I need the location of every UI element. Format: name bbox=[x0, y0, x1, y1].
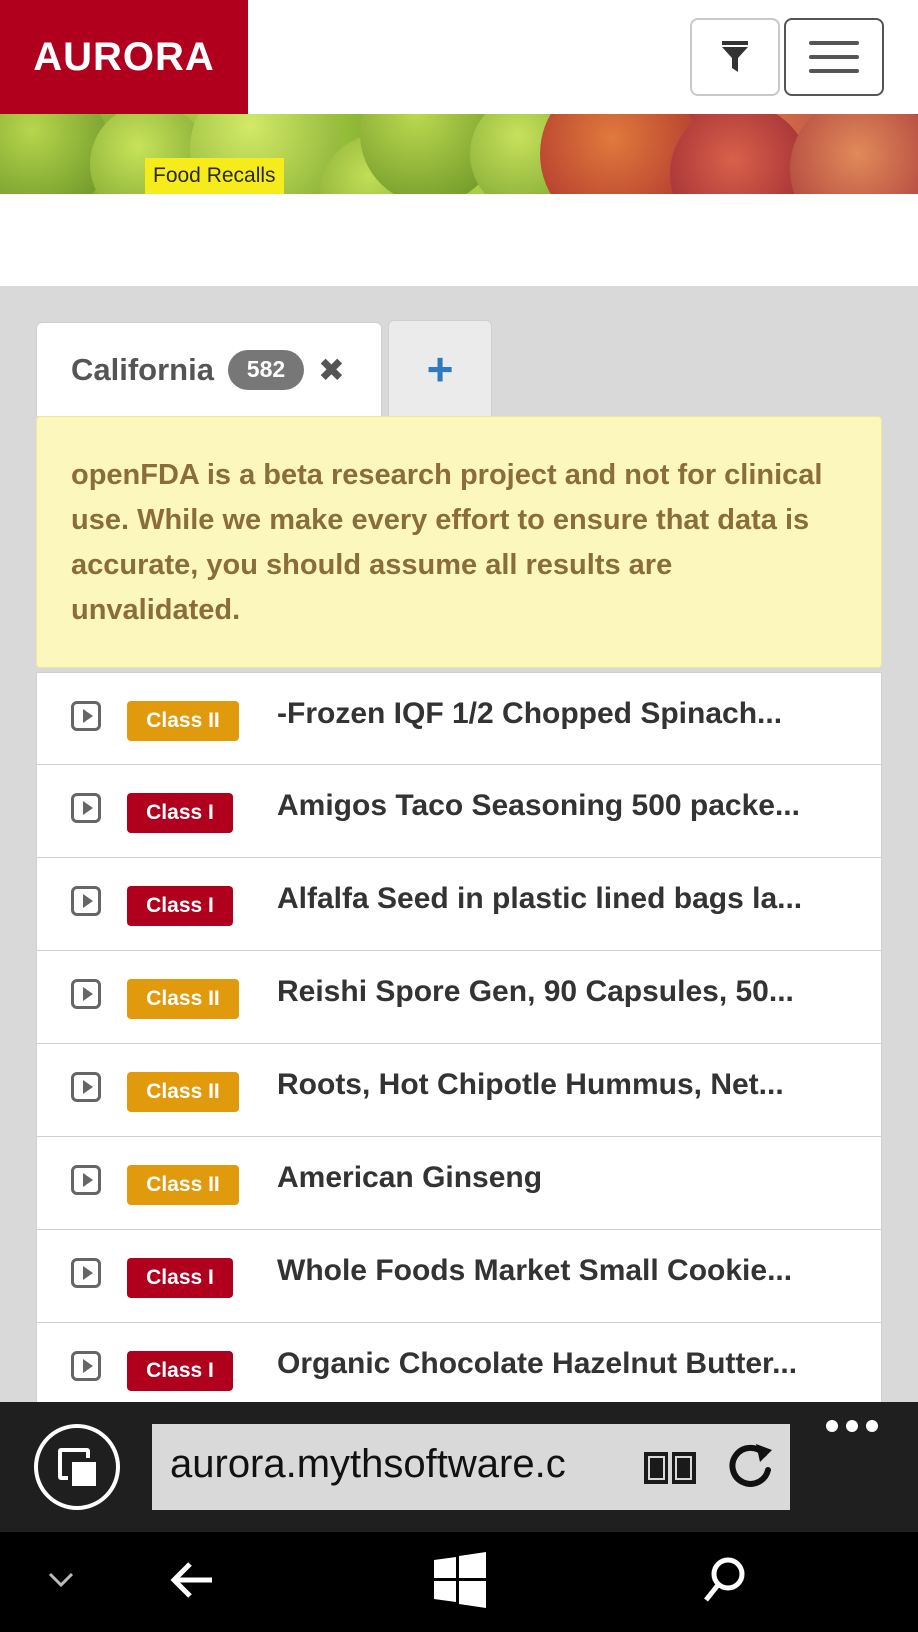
class-badge: Class II bbox=[127, 1072, 239, 1112]
class-badge: Class I bbox=[127, 1351, 233, 1391]
expand-icon[interactable] bbox=[71, 701, 101, 731]
refresh-icon[interactable] bbox=[724, 1440, 776, 1492]
list-item[interactable]: Class I Amigos Taco Seasoning 500 packe.… bbox=[36, 765, 882, 858]
recall-title[interactable]: Whole Foods Market Small Cookie... bbox=[277, 1254, 849, 1288]
recall-title[interactable]: Roots, Hot Chipotle Hummus, Net... bbox=[277, 1068, 849, 1102]
main-content: California 582 ✖ + openFDA is a beta res… bbox=[0, 286, 918, 1416]
tabs-icon[interactable] bbox=[34, 1424, 120, 1510]
brand-logo[interactable]: AURORA bbox=[0, 0, 248, 114]
class-badge: Class I bbox=[127, 1258, 233, 1298]
list-item[interactable]: Class II American Ginseng bbox=[36, 1137, 882, 1230]
address-bar[interactable]: aurora.mythsoftware.c bbox=[152, 1424, 790, 1510]
list-item[interactable]: Class I Whole Foods Market Small Cookie.… bbox=[36, 1230, 882, 1323]
hamburger-menu-icon bbox=[809, 41, 859, 73]
banner-tag: Food Recalls bbox=[145, 158, 284, 194]
tab-california[interactable]: California 582 ✖ bbox=[36, 322, 382, 416]
close-icon[interactable]: ✖ bbox=[318, 351, 345, 389]
food-recalls-banner: Food Recalls bbox=[0, 114, 918, 194]
list-item[interactable]: Class II Reishi Spore Gen, 90 Capsules, … bbox=[36, 951, 882, 1044]
recall-title[interactable]: Organic Chocolate Hazelnut Butter... bbox=[277, 1347, 849, 1381]
plus-icon: + bbox=[426, 342, 454, 395]
browser-bar: aurora.mythsoftware.c bbox=[0, 1402, 918, 1532]
app-header: AURORA bbox=[0, 0, 918, 114]
recall-title[interactable]: Alfalfa Seed in plastic lined bags la... bbox=[277, 882, 849, 916]
reading-view-icon[interactable] bbox=[640, 1446, 700, 1488]
list-item[interactable]: Class I Alfalfa Seed in plastic lined ba… bbox=[36, 858, 882, 951]
expand-icon[interactable] bbox=[71, 1258, 101, 1288]
expand-icon[interactable] bbox=[71, 886, 101, 916]
filter-icon bbox=[722, 41, 748, 72]
search-icon[interactable] bbox=[702, 1556, 748, 1604]
recall-title[interactable]: American Ginseng bbox=[277, 1161, 849, 1195]
expand-icon[interactable] bbox=[71, 1165, 101, 1195]
class-badge: Class I bbox=[127, 793, 233, 833]
expand-icon[interactable] bbox=[71, 1351, 101, 1381]
recall-title[interactable]: Reishi Spore Gen, 90 Capsules, 50... bbox=[277, 975, 849, 1009]
recall-list: Class II -Frozen IQF 1/2 Chopped Spinach… bbox=[36, 672, 882, 1416]
class-badge: Class II bbox=[127, 701, 239, 741]
menu-button[interactable] bbox=[784, 18, 884, 96]
expand-icon[interactable] bbox=[71, 793, 101, 823]
back-icon[interactable] bbox=[170, 1560, 216, 1600]
chevron-down-icon[interactable] bbox=[46, 1570, 76, 1590]
add-tab-button[interactable]: + bbox=[388, 320, 492, 416]
class-badge: Class I bbox=[127, 886, 233, 926]
class-badge: Class II bbox=[127, 1165, 239, 1205]
more-icon[interactable] bbox=[826, 1420, 878, 1432]
list-item[interactable]: Class II Roots, Hot Chipotle Hummus, Net… bbox=[36, 1044, 882, 1137]
filter-button[interactable] bbox=[690, 18, 780, 96]
expand-icon[interactable] bbox=[71, 979, 101, 1009]
system-nav-bar bbox=[0, 1532, 918, 1632]
count-badge: 582 bbox=[227, 349, 304, 390]
recall-title[interactable]: Amigos Taco Seasoning 500 packe... bbox=[277, 789, 849, 823]
beta-notice: openFDA is a beta research project and n… bbox=[36, 416, 882, 668]
windows-start-icon[interactable] bbox=[432, 1552, 488, 1608]
list-item[interactable]: Class II -Frozen IQF 1/2 Chopped Spinach… bbox=[36, 672, 882, 765]
tab-label: California bbox=[71, 351, 214, 387]
recall-title[interactable]: -Frozen IQF 1/2 Chopped Spinach... bbox=[277, 697, 849, 731]
address-text[interactable]: aurora.mythsoftware.c bbox=[170, 1442, 624, 1492]
class-badge: Class II bbox=[127, 979, 239, 1019]
expand-icon[interactable] bbox=[71, 1072, 101, 1102]
banner-spacer bbox=[0, 194, 918, 286]
